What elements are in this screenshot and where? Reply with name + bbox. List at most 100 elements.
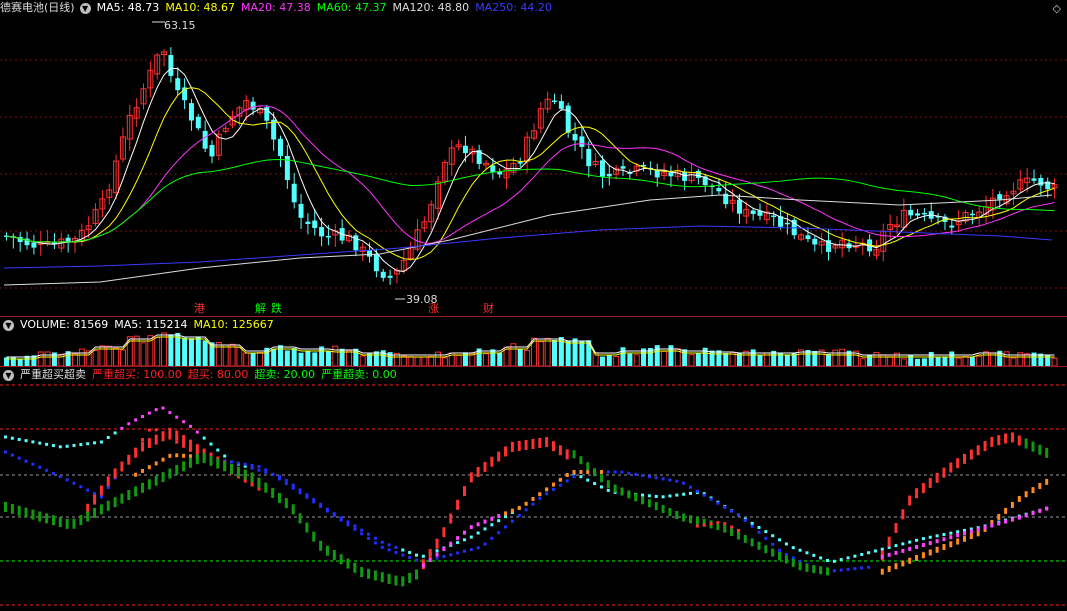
slow-line bbox=[942, 533, 946, 537]
fast-line-mid bbox=[449, 513, 453, 524]
slow-line bbox=[867, 551, 871, 555]
mid-line bbox=[647, 475, 651, 479]
fast-line-early bbox=[188, 439, 192, 450]
mid-line bbox=[182, 444, 186, 448]
slow-line bbox=[860, 552, 864, 556]
mid-line bbox=[449, 553, 453, 557]
mid-line bbox=[93, 492, 97, 496]
mid-line bbox=[141, 438, 144, 442]
fast-line-early bbox=[182, 435, 186, 446]
slow-line bbox=[928, 535, 932, 539]
slow-line bbox=[284, 478, 288, 482]
oversold-line-early bbox=[195, 454, 199, 465]
mid-line bbox=[38, 465, 42, 469]
candle-down bbox=[380, 271, 386, 278]
mid-line bbox=[545, 492, 549, 496]
orange-line-mid bbox=[442, 547, 446, 552]
oversold-line-early bbox=[58, 517, 62, 528]
magenta-line-late bbox=[983, 525, 987, 530]
mid-line bbox=[558, 483, 562, 487]
event-tag-jie[interactable]: 解 bbox=[255, 302, 266, 316]
candle-down bbox=[908, 209, 914, 216]
oversold-line-mid bbox=[805, 563, 809, 572]
mid-line bbox=[401, 553, 405, 557]
volume-bar-up bbox=[414, 356, 421, 367]
volume-bar-down bbox=[723, 352, 729, 366]
candle-down bbox=[202, 130, 208, 149]
orange-line-late bbox=[1024, 491, 1028, 498]
slow-line bbox=[106, 436, 110, 439]
magenta-line-late bbox=[935, 539, 939, 544]
price-panel[interactable]: 德赛电池(日线) ▼ MA5: 48.73 MA10: 48.67 MA20: 47.3… bbox=[0, 0, 1067, 316]
oversold-line-early bbox=[325, 545, 329, 556]
indicator-panel[interactable]: ▼ 严重超买超卖 严重超买: 100.00 超买: 80.00 超卖: 20.00 严重超… bbox=[0, 367, 1067, 611]
slow-line bbox=[360, 528, 364, 532]
volume-bar-up bbox=[119, 349, 126, 367]
slow-line bbox=[175, 415, 179, 419]
slow-line bbox=[689, 491, 692, 495]
volume-bar-down bbox=[325, 351, 331, 366]
mid-line bbox=[51, 471, 55, 475]
indicator-dropdown-icon[interactable]: ▼ bbox=[3, 369, 14, 381]
overbought-oversold-chart[interactable] bbox=[0, 367, 1067, 611]
slow-line bbox=[127, 422, 131, 426]
oversold-line-early bbox=[250, 472, 254, 483]
fast-line-late bbox=[963, 453, 966, 464]
fast-line-late bbox=[908, 495, 912, 506]
event-tag-die[interactable]: 跌 bbox=[271, 302, 282, 316]
oversold-line-early bbox=[93, 507, 97, 518]
oversold-line-mid bbox=[593, 468, 597, 477]
oversold-line-mid bbox=[689, 515, 692, 524]
orange-line-mid bbox=[456, 536, 460, 541]
settings-dropdown-icon[interactable]: ▼ bbox=[79, 2, 91, 14]
volume-bar-down bbox=[278, 345, 283, 366]
volume-bar-down bbox=[202, 340, 208, 366]
volume-bar-up bbox=[962, 355, 969, 367]
orange-line-mid bbox=[449, 541, 453, 546]
mid-line bbox=[284, 482, 288, 486]
candlestick-chart[interactable] bbox=[0, 0, 1067, 316]
candle-down bbox=[305, 221, 311, 224]
oversold-line-early bbox=[312, 531, 316, 542]
orange-line-mid bbox=[497, 514, 501, 519]
candle-down bbox=[620, 166, 626, 169]
slow-line bbox=[805, 551, 809, 555]
event-tag-gang[interactable]: 港 bbox=[194, 302, 205, 316]
collapse-icon[interactable]: ◇ bbox=[1053, 2, 1061, 15]
slow-line bbox=[72, 443, 76, 447]
volume-dropdown-icon[interactable]: ▼ bbox=[3, 319, 14, 331]
mid-line bbox=[456, 551, 460, 555]
slow-line bbox=[469, 535, 473, 539]
oversold-line-mid bbox=[736, 531, 740, 540]
magenta-line-late bbox=[928, 541, 932, 546]
slow-line bbox=[380, 540, 384, 544]
volume-bar-down bbox=[757, 355, 763, 366]
magenta-line-late bbox=[1031, 511, 1035, 516]
fast-line-late bbox=[1004, 433, 1008, 444]
magenta-line-late bbox=[963, 531, 966, 536]
slow-line bbox=[771, 534, 775, 538]
volume-bar-up bbox=[44, 351, 51, 367]
mid-line bbox=[743, 518, 747, 522]
mid-line bbox=[442, 554, 446, 558]
slow-line bbox=[935, 534, 939, 538]
oversold-line-early bbox=[339, 554, 343, 565]
candle-down bbox=[367, 250, 373, 257]
orange-line-mid bbox=[483, 519, 487, 524]
event-tag-cai[interactable]: 财 bbox=[483, 302, 494, 316]
orange-line-mid bbox=[524, 501, 528, 506]
mid-line bbox=[264, 468, 268, 472]
event-tag-zhang[interactable]: 涨 bbox=[428, 302, 439, 316]
volume-bar-down bbox=[182, 337, 188, 366]
volume-panel[interactable]: ▼ VOLUME: 81569 MA5: 115214 MA10: 125667 bbox=[0, 317, 1067, 367]
oversold-line-mid bbox=[750, 538, 754, 547]
fast-line-late bbox=[1010, 432, 1014, 443]
orange-line-late bbox=[1004, 507, 1008, 514]
fast-line-early bbox=[175, 430, 179, 441]
oversold-line-early bbox=[188, 457, 192, 468]
mid-line bbox=[723, 505, 727, 509]
oversold-line-mid bbox=[778, 552, 782, 561]
oversold-line-early bbox=[31, 509, 35, 520]
slow-line bbox=[182, 420, 186, 424]
volume-bar-up bbox=[887, 356, 894, 367]
